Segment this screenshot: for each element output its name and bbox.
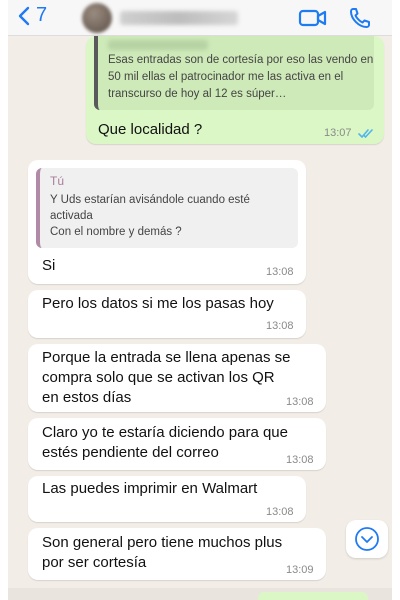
message-outgoing[interactable]: Esas entradas son de cortesía por eso la… [86, 36, 384, 144]
video-camera-icon [298, 9, 327, 27]
replied-author: Tú [50, 174, 65, 188]
message-time: 13:08 [286, 454, 314, 466]
phone-icon [350, 8, 370, 28]
video-call-button[interactable] [298, 7, 328, 34]
quoted-author-redacted [108, 40, 208, 50]
unread-count: 7 [36, 4, 48, 26]
chevron-down-circle-icon [355, 527, 379, 551]
scroll-to-bottom-button[interactable] [346, 520, 388, 558]
replied-message[interactable]: Tú Y Uds estarían avisándole cuando esté… [36, 168, 298, 248]
message-text: Si [42, 257, 56, 274]
message-incoming[interactable]: Pero los datos si me los pasas hoy 13:08 [28, 290, 306, 338]
message-time: 13:07 [324, 127, 352, 139]
message-text: Porque la entrada se llena apenas se com… [42, 349, 291, 406]
message-text: Son general pero tiene muchos plus por s… [42, 534, 283, 571]
message-time: 13:09 [286, 564, 314, 576]
message-time: 13:08 [266, 320, 294, 332]
message-incoming[interactable]: Porque la entrada se llena apenas se com… [28, 344, 326, 412]
message-time: 13:08 [266, 506, 294, 518]
replied-text: Y Uds estarían avisándole cuando esté ac… [50, 194, 250, 238]
message-time: 13:08 [266, 266, 294, 278]
partial-message-outgoing [258, 592, 368, 600]
message-incoming[interactable]: Son general pero tiene muchos plus por s… [28, 528, 326, 580]
quoted-message[interactable]: Esas entradas son de cortesía por eso la… [94, 36, 374, 110]
message-text: Las puedes imprimir en Walmart [42, 480, 258, 497]
quoted-text: Esas entradas son de cortesía por eso la… [108, 54, 374, 100]
message-text: Que localidad ? [98, 121, 203, 138]
message-text: Pero los datos si me los pasas hoy [42, 295, 274, 312]
back-button[interactable]: 7 [18, 4, 47, 27]
message-incoming[interactable]: Claro yo te estaría diciendo para que es… [28, 418, 326, 470]
read-receipt-icon [358, 129, 373, 139]
contact-name-redacted[interactable] [120, 11, 238, 25]
chevron-left-icon [18, 6, 30, 25]
chat-screen: 7 Esas entradas son de cortesía por eso … [8, 0, 392, 600]
voice-call-button[interactable] [348, 6, 372, 35]
contact-avatar[interactable] [82, 3, 112, 33]
message-text: Claro yo te estaría diciendo para que es… [42, 424, 288, 461]
message-incoming[interactable]: Tú Y Uds estarían avisándole cuando esté… [28, 160, 306, 284]
message-incoming[interactable]: Las puedes imprimir en Walmart 13:08 [28, 476, 306, 522]
message-time: 13:08 [286, 396, 314, 408]
chat-header: 7 [8, 0, 392, 36]
